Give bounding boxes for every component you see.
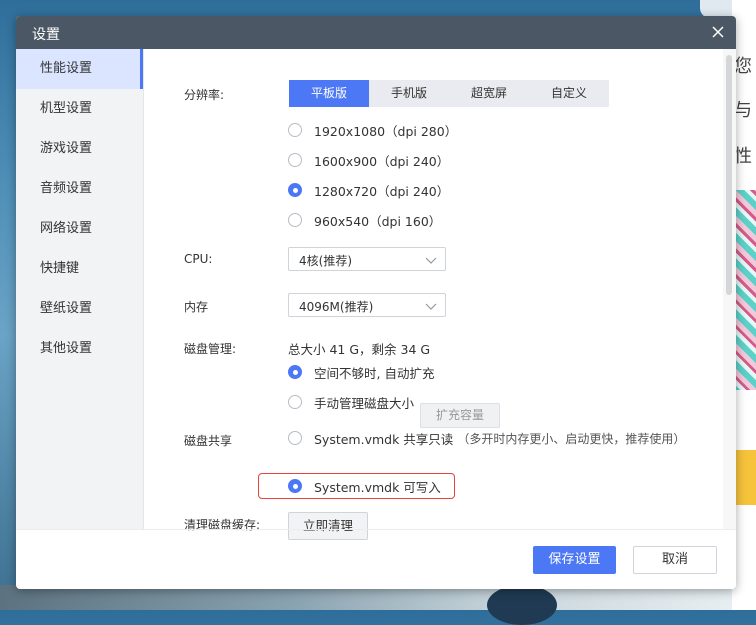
- sidebar-item-label: 游戏设置: [40, 141, 93, 156]
- clear-now-button[interactable]: 立即清理: [288, 512, 368, 540]
- save-settings-button[interactable]: 保存设置: [533, 546, 616, 574]
- disk-option-manual[interactable]: 手动管理磁盘大小: [288, 392, 414, 412]
- tab-ultrawide[interactable]: 超宽屏: [449, 80, 529, 107]
- sidebar-item-performance[interactable]: 性能设置: [16, 49, 143, 89]
- tab-phone[interactable]: 手机版: [369, 80, 449, 107]
- settings-content: 分辨率: 平板版 手机版 超宽屏 自定义 1920x1080（dpi 280） …: [144, 49, 723, 540]
- sidebar-item-label: 性能设置: [40, 61, 93, 76]
- memory-select[interactable]: 4096M(推荐): [288, 293, 446, 317]
- content-scrollbar[interactable]: [723, 49, 736, 529]
- cancel-button[interactable]: 取消: [633, 546, 717, 574]
- sidebar-item-label: 快捷键: [40, 261, 80, 276]
- radio-label: 1280x720（dpi 240）: [314, 183, 450, 199]
- settings-dialog: 设置 性能设置 机型设置 游戏设置 音频设置 网络设置 快捷键 壁纸设置 其他设…: [16, 16, 736, 589]
- disk-option-auto-expand[interactable]: 空间不够时, 自动扩充: [288, 362, 434, 382]
- background-text: 与: [734, 100, 752, 121]
- resolution-option-1280x720[interactable]: 1280x720（dpi 240）: [288, 180, 449, 200]
- disk-share-label: 磁盘共享: [184, 434, 233, 448]
- radio-label: 空间不够时, 自动扩充: [314, 365, 435, 381]
- cpu-select-value: 4核(推荐): [299, 254, 352, 268]
- radio-label: 1600x900（dpi 240）: [314, 153, 450, 169]
- sidebar-item-game[interactable]: 游戏设置: [16, 129, 143, 169]
- footer-divider: [16, 529, 736, 530]
- clear-cache-label: 清理磁盘缓存:: [184, 518, 261, 532]
- cpu-label: CPU:: [184, 252, 213, 266]
- memory-select-value: 4096M(推荐): [299, 300, 374, 314]
- disk-management-label: 磁盘管理:: [184, 342, 237, 356]
- radio-button[interactable]: [288, 213, 302, 227]
- memory-label: 内存: [184, 300, 209, 314]
- cpu-select[interactable]: 4核(推荐): [288, 247, 446, 271]
- sidebar-item-wallpaper[interactable]: 壁纸设置: [16, 289, 143, 329]
- tab-tablet[interactable]: 平板版: [289, 80, 369, 107]
- disk-share-option-readonly[interactable]: System.vmdk 共享只读 （多开时内存更小、启动更快，推荐使用）: [288, 428, 685, 448]
- sidebar-item-label: 音频设置: [40, 181, 93, 196]
- tab-custom[interactable]: 自定义: [529, 80, 609, 107]
- sidebar-item-shortcuts[interactable]: 快捷键: [16, 249, 143, 289]
- radio-button[interactable]: [288, 365, 302, 379]
- sidebar-item-network[interactable]: 网络设置: [16, 209, 143, 249]
- radio-label: 手动管理磁盘大小: [314, 395, 415, 411]
- scrollbar-thumb[interactable]: [726, 55, 732, 295]
- background-text: 性: [734, 146, 752, 167]
- dialog-titlebar: 设置: [16, 16, 736, 49]
- radio-label: System.vmdk 共享只读: [314, 431, 454, 447]
- settings-sidebar: 性能设置 机型设置 游戏设置 音频设置 网络设置 快捷键 壁纸设置 其他设置: [16, 49, 143, 529]
- chevron-down-icon: [425, 300, 437, 315]
- radio-button[interactable]: [288, 395, 302, 409]
- radio-label: 1920x1080（dpi 280）: [314, 123, 458, 139]
- sidebar-item-label: 网络设置: [40, 221, 93, 236]
- sidebar-item-device-model[interactable]: 机型设置: [16, 89, 143, 129]
- expand-capacity-button[interactable]: 扩充容量: [420, 403, 500, 428]
- resolution-option-1600x900[interactable]: 1600x900（dpi 240）: [288, 150, 449, 170]
- radio-button[interactable]: [288, 431, 302, 445]
- resolution-mode-tabs: 平板版 手机版 超宽屏 自定义: [289, 80, 609, 107]
- radio-button[interactable]: [288, 479, 302, 493]
- radio-note: （多开时内存更小、启动更快，推荐使用）: [457, 431, 686, 446]
- sidebar-item-label: 壁纸设置: [40, 301, 93, 316]
- chevron-down-icon: [425, 254, 437, 269]
- sidebar-item-label: 机型设置: [40, 101, 93, 116]
- radio-button[interactable]: [288, 153, 302, 167]
- radio-label: 960x540（dpi 160）: [314, 213, 442, 229]
- background-text: 您: [734, 56, 752, 77]
- radio-button[interactable]: [288, 123, 302, 137]
- resolution-option-1920x1080[interactable]: 1920x1080（dpi 280）: [288, 120, 457, 140]
- radio-button[interactable]: [288, 183, 302, 197]
- sidebar-item-other[interactable]: 其他设置: [16, 329, 143, 369]
- radio-label: System.vmdk 可写入: [314, 479, 441, 495]
- disk-share-option-writable[interactable]: System.vmdk 可写入: [288, 476, 441, 496]
- sidebar-item-label: 其他设置: [40, 341, 93, 356]
- resolution-label: 分辨率:: [184, 88, 225, 102]
- disk-size-summary: 总大小 41 G，剩余 34 G: [288, 342, 431, 357]
- sidebar-item-audio[interactable]: 音频设置: [16, 169, 143, 209]
- resolution-option-960x540[interactable]: 960x540（dpi 160）: [288, 210, 441, 230]
- background-circle: [487, 585, 557, 625]
- dialog-title: 设置: [32, 27, 60, 43]
- close-icon[interactable]: [708, 22, 728, 42]
